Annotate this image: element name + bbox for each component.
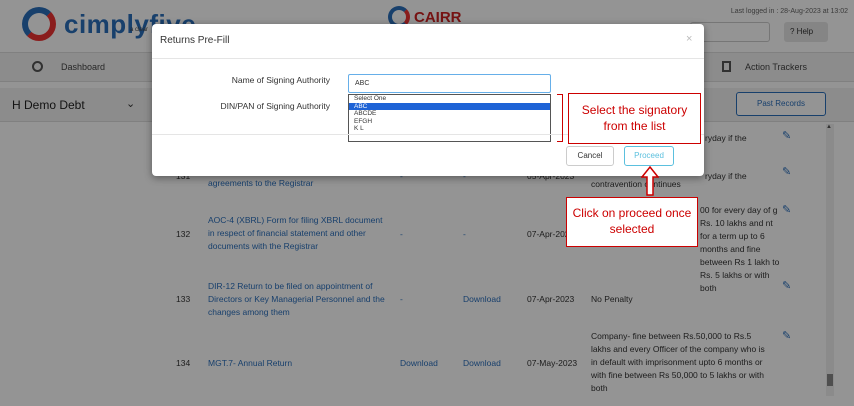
dropdown-option[interactable]: ABCDE xyxy=(349,110,550,118)
din-pan-label: DIN/PAN of Signing Authority xyxy=(220,101,330,111)
proceed-button[interactable]: Proceed xyxy=(624,146,674,166)
annotation-select-signatory: Select the signatory from the list xyxy=(568,93,701,144)
close-icon[interactable]: × xyxy=(686,33,692,45)
dropdown-option[interactable]: K L xyxy=(349,125,550,133)
cancel-button[interactable]: Cancel xyxy=(566,146,614,166)
dropdown-option-selected[interactable]: ABC xyxy=(349,102,550,110)
divider xyxy=(152,58,704,59)
dropdown-option[interactable]: EFGH xyxy=(349,118,550,126)
signing-authority-label: Name of Signing Authority xyxy=(231,75,330,85)
annotation-click-proceed: Click on proceed once selected xyxy=(566,197,698,247)
annotation-bracket xyxy=(557,94,563,142)
modal-title: Returns Pre-Fill xyxy=(160,35,230,46)
dropdown-option[interactable]: Select One xyxy=(349,95,550,103)
signing-authority-select[interactable]: ABC xyxy=(348,74,551,93)
annotation-arrow-icon xyxy=(641,166,659,196)
